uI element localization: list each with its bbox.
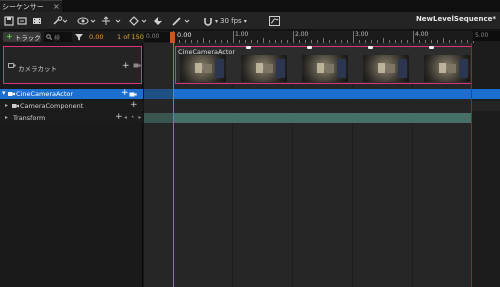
out-of-range-shade (472, 43, 500, 287)
ruler-tick (353, 31, 354, 43)
search-input[interactable]: 検 (44, 32, 72, 42)
camera-thumbnail (363, 55, 409, 82)
camera-thumbnail (302, 55, 348, 82)
transform-section[interactable] (173, 113, 472, 123)
thumbnail-marker (429, 46, 434, 49)
camera-thumbnail (424, 55, 470, 82)
fps-dropdown[interactable]: ▾ 30 fps ▾ (215, 14, 247, 28)
transform-track-label: Transform (13, 114, 46, 122)
ruler-label: 4.00 (415, 31, 429, 38)
camera-cut-label: カメラカット (18, 65, 57, 73)
actor-track-bar[interactable] (144, 89, 500, 99)
level-sequence-name[interactable]: NewLevelSequence* (416, 15, 496, 23)
camera-thumbnail (241, 55, 287, 82)
ruler-tick (293, 31, 294, 43)
key-navigation[interactable]: ◂ • ▸ (124, 114, 142, 121)
start-time-field[interactable]: 0.00 (144, 32, 171, 42)
camera-cut-track[interactable]: カメラカット + (3, 46, 142, 84)
filter-icon[interactable] (75, 33, 83, 43)
film-icon[interactable] (32, 14, 42, 28)
camera-icon[interactable] (129, 91, 137, 98)
camera-component-icon (12, 104, 19, 108)
actor-track-bar-pre (144, 89, 173, 99)
end-time-field[interactable]: 5.00 (473, 31, 500, 41)
add-to-actor-button[interactable]: + (121, 88, 129, 98)
plus-icon: + (6, 32, 13, 41)
expand-caret-icon[interactable]: ▾ (2, 89, 6, 97)
playback-end-marker[interactable] (471, 43, 472, 287)
magnet-icon[interactable] (203, 14, 213, 28)
curve-icon[interactable] (269, 14, 280, 28)
search-placeholder: 検 (54, 35, 61, 42)
save-icon[interactable] (4, 14, 14, 28)
transform-track[interactable]: ▸ Transform + ◂ • ▸ (0, 112, 143, 123)
browse-icon[interactable] (17, 14, 27, 28)
thumbnail-marker (368, 46, 373, 49)
frame-counter: 1 of 150 (117, 33, 144, 41)
expand-caret-icon[interactable]: ▸ (5, 114, 8, 121)
camera-icon[interactable] (133, 62, 141, 69)
component-track[interactable]: ▸ CameraComponent + (0, 100, 143, 111)
add-camera-cut-button[interactable]: + (122, 61, 130, 71)
fps-label: 30 fps (220, 17, 242, 25)
ruler-tick (233, 31, 234, 43)
component-track-label: CameraComponent (20, 102, 84, 110)
eye-icon[interactable] (77, 14, 97, 28)
add-track-button[interactable]: + トラック (3, 32, 41, 42)
current-time[interactable]: 0.00 (89, 33, 103, 41)
render-icon[interactable] (153, 14, 163, 28)
ruler-tick (413, 31, 414, 43)
search-icon (46, 34, 52, 40)
transform-track-bar-pre (144, 113, 173, 123)
add-to-component-button[interactable]: + (130, 100, 138, 110)
time-ruler[interactable]: 1.002.003.004.005.00 (172, 31, 488, 43)
sequencer-toolbar: ▾ 30 fps ▾ NewLevelSequence* (0, 12, 500, 30)
camera-actor-icon (8, 92, 15, 96)
camera-cut-icon (8, 63, 16, 68)
transform-icon[interactable] (101, 14, 123, 28)
actor-track[interactable]: ▾ CineCameraActor + (0, 88, 143, 99)
add-key-button[interactable]: + (115, 112, 123, 122)
key-icon[interactable] (52, 14, 68, 28)
window-tab-bar: シーケンサー × (0, 0, 500, 12)
diamond-icon[interactable] (129, 14, 149, 28)
tab-title: シーケンサー (2, 2, 44, 11)
close-icon[interactable]: × (53, 2, 60, 11)
playhead-handle[interactable] (170, 32, 175, 43)
actor-track-label: CineCameraActor (16, 90, 74, 98)
playhead-time: 0.00 (177, 31, 192, 39)
component-track-bar[interactable] (144, 101, 500, 111)
expand-caret-icon[interactable]: ▸ (5, 102, 8, 109)
ruler-label: 1.00 (235, 31, 249, 38)
thumbnail-marker (246, 46, 251, 49)
thumbnail-marker (307, 46, 312, 49)
camera-thumbnail (180, 55, 226, 82)
add-track-label: トラック (14, 34, 41, 42)
pencil-icon[interactable] (172, 14, 192, 28)
tab-sequencer[interactable]: シーケンサー × (0, 0, 62, 12)
playhead-line[interactable] (173, 43, 174, 287)
ruler-label: 2.00 (295, 31, 309, 38)
ruler-label: 3.00 (355, 31, 369, 38)
